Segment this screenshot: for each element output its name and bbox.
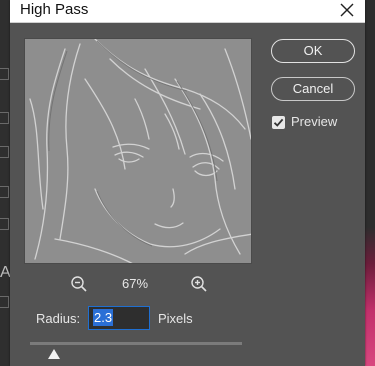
zoom-in-icon: [191, 276, 207, 292]
preview-label: Preview: [291, 114, 338, 129]
preview-checkbox[interactable]: [272, 116, 285, 129]
dialog-titlebar: High Pass: [10, 0, 365, 23]
background-tool-icon: [0, 112, 9, 124]
close-button[interactable]: [337, 0, 357, 21]
high-pass-dialog: High Pass 67% OK Cancel Preview Radius: …: [10, 0, 365, 366]
background-tool-icon: [0, 218, 9, 230]
background-tool-icon: [0, 186, 9, 198]
radius-input[interactable]: 2.3: [88, 306, 150, 330]
zoom-out-icon: [71, 276, 87, 292]
background-tool-icon: [0, 296, 9, 308]
close-icon: [340, 3, 354, 17]
cancel-button[interactable]: Cancel: [271, 77, 355, 101]
ok-button[interactable]: OK: [271, 39, 355, 63]
checkmark-icon: [273, 118, 284, 127]
background-tool-icon: [0, 146, 9, 158]
slider-triangle-icon: [48, 349, 60, 359]
zoom-out-button[interactable]: [70, 275, 88, 293]
background-tool-icon: [0, 68, 9, 80]
radius-label: Radius:: [36, 311, 81, 326]
high-pass-sketch-image: [25, 39, 251, 263]
radius-value: 2.3: [93, 309, 114, 326]
zoom-in-button[interactable]: [190, 275, 208, 293]
radius-unit-label: Pixels: [158, 311, 193, 326]
radius-slider-track[interactable]: [30, 342, 242, 345]
dialog-title: High Pass: [20, 1, 89, 18]
zoom-level: 67%: [122, 276, 149, 291]
filter-preview-image[interactable]: [24, 38, 252, 264]
radius-slider-thumb[interactable]: [48, 346, 60, 359]
